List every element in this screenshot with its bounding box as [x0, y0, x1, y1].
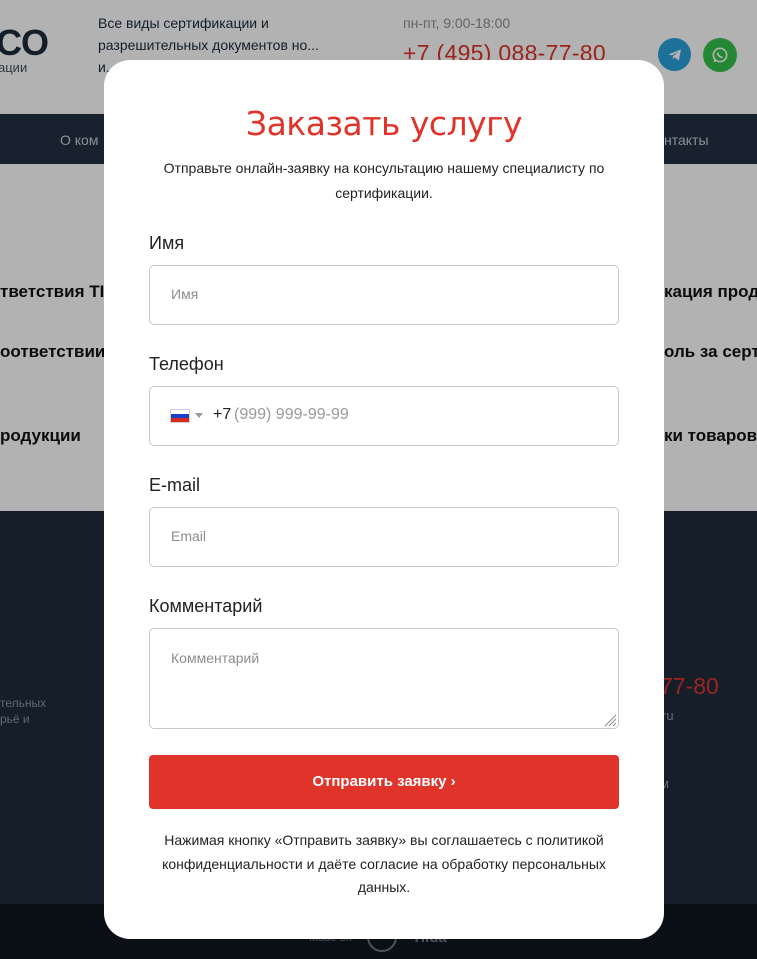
phone-label: Телефон: [149, 354, 224, 374]
email-placeholder: Email: [171, 528, 207, 544]
comment-textarea[interactable]: Комментарий: [149, 628, 619, 729]
chevron-down-icon[interactable]: [195, 413, 203, 418]
comment-label: Комментарий: [149, 596, 263, 616]
name-label: Имя: [149, 233, 185, 253]
modal-title: Заказать услугу: [245, 104, 523, 143]
submit-button[interactable]: Отправить заявку ›: [149, 755, 619, 809]
privacy-policy-text: Нажимая кнопку «Отправить заявку» вы сог…: [162, 832, 606, 895]
comment-placeholder: Комментарий: [171, 650, 260, 666]
name-input[interactable]: Имя: [149, 265, 619, 325]
phone-placeholder: (999) 999-99-99: [234, 406, 349, 423]
email-input[interactable]: Email: [149, 507, 619, 567]
russia-flag-icon[interactable]: [170, 409, 190, 423]
modal-subtitle: Отправьте онлайн-заявку на консультацию …: [163, 160, 605, 201]
email-label: E-mail: [149, 475, 201, 495]
name-placeholder: Имя: [171, 286, 199, 302]
order-service-modal: Заказать услугу Отправьте онлайн-заявку …: [104, 60, 664, 939]
resize-handle-icon[interactable]: [603, 713, 617, 727]
country-code: +7: [213, 406, 232, 423]
phone-input[interactable]: +7 (999) 999-99-99: [149, 386, 619, 446]
